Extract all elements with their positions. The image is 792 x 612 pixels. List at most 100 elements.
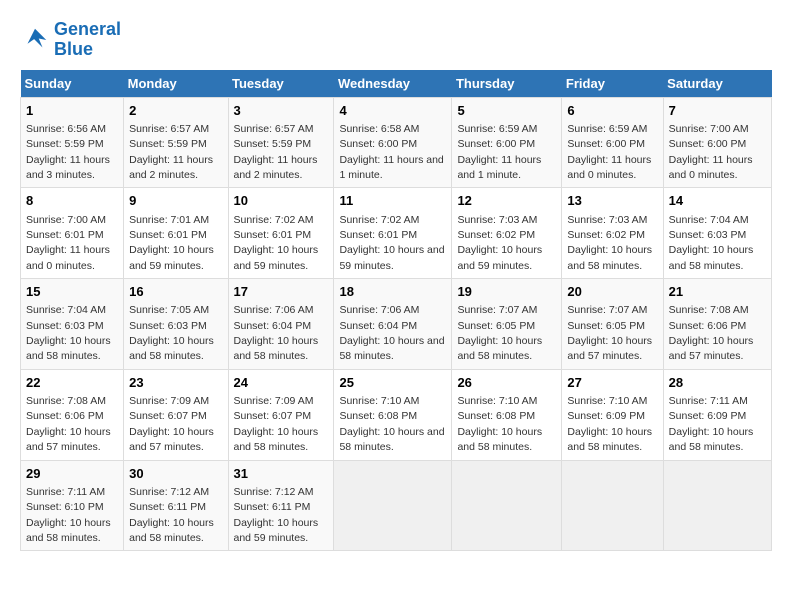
daylight-text: Daylight: 10 hours and 58 minutes. [234, 335, 319, 362]
day-number: 29 [26, 465, 118, 483]
sunrise-text: Sunrise: 7:06 AM [339, 304, 419, 316]
sunrise-text: Sunrise: 7:10 AM [339, 395, 419, 407]
day-number: 23 [129, 374, 222, 392]
calendar-cell: 7 Sunrise: 7:00 AM Sunset: 6:00 PM Dayli… [663, 97, 771, 188]
sunrise-text: Sunrise: 7:08 AM [26, 395, 106, 407]
calendar-cell: 26 Sunrise: 7:10 AM Sunset: 6:08 PM Dayl… [452, 369, 562, 460]
day-number: 15 [26, 283, 118, 301]
day-number: 24 [234, 374, 329, 392]
daylight-text: Daylight: 11 hours and 0 minutes. [567, 154, 651, 181]
day-number: 16 [129, 283, 222, 301]
sunrise-text: Sunrise: 6:57 AM [234, 123, 314, 135]
sunrise-text: Sunrise: 7:11 AM [669, 395, 748, 407]
day-number: 27 [567, 374, 657, 392]
day-number: 3 [234, 102, 329, 120]
daylight-text: Daylight: 11 hours and 1 minute. [339, 154, 443, 181]
calendar-cell: 13 Sunrise: 7:03 AM Sunset: 6:02 PM Dayl… [562, 188, 663, 279]
daylight-text: Daylight: 10 hours and 58 minutes. [669, 244, 754, 271]
calendar-header: SundayMondayTuesdayWednesdayThursdayFrid… [21, 70, 772, 98]
sunrise-text: Sunrise: 7:04 AM [669, 214, 749, 226]
daylight-text: Daylight: 11 hours and 1 minute. [457, 154, 541, 181]
calendar-cell: 22 Sunrise: 7:08 AM Sunset: 6:06 PM Dayl… [21, 369, 124, 460]
daylight-text: Daylight: 10 hours and 58 minutes. [457, 426, 542, 453]
day-number: 20 [567, 283, 657, 301]
calendar-cell: 8 Sunrise: 7:00 AM Sunset: 6:01 PM Dayli… [21, 188, 124, 279]
sunset-text: Sunset: 6:02 PM [457, 229, 535, 241]
sunrise-text: Sunrise: 6:59 AM [567, 123, 647, 135]
calendar-cell: 24 Sunrise: 7:09 AM Sunset: 6:07 PM Dayl… [228, 369, 334, 460]
sunset-text: Sunset: 6:04 PM [234, 320, 312, 332]
sunrise-text: Sunrise: 7:05 AM [129, 304, 209, 316]
sunrise-text: Sunrise: 7:01 AM [129, 214, 209, 226]
sunset-text: Sunset: 6:02 PM [567, 229, 645, 241]
sunset-text: Sunset: 6:01 PM [129, 229, 207, 241]
sunset-text: Sunset: 6:03 PM [26, 320, 104, 332]
sunrise-text: Sunrise: 7:07 AM [567, 304, 647, 316]
calendar-cell: 18 Sunrise: 7:06 AM Sunset: 6:04 PM Dayl… [334, 279, 452, 370]
sunrise-text: Sunrise: 7:00 AM [26, 214, 106, 226]
calendar-cell: 10 Sunrise: 7:02 AM Sunset: 6:01 PM Dayl… [228, 188, 334, 279]
sunset-text: Sunset: 5:59 PM [234, 138, 312, 150]
calendar-cell: 4 Sunrise: 6:58 AM Sunset: 6:00 PM Dayli… [334, 97, 452, 188]
day-number: 25 [339, 374, 446, 392]
sunrise-text: Sunrise: 7:03 AM [567, 214, 647, 226]
day-number: 21 [669, 283, 766, 301]
sunset-text: Sunset: 6:11 PM [234, 501, 311, 513]
day-number: 28 [669, 374, 766, 392]
sunset-text: Sunset: 6:03 PM [129, 320, 207, 332]
sunrise-text: Sunrise: 7:08 AM [669, 304, 749, 316]
sunset-text: Sunset: 6:07 PM [129, 410, 207, 422]
daylight-text: Daylight: 11 hours and 2 minutes. [129, 154, 213, 181]
sunset-text: Sunset: 6:06 PM [669, 320, 747, 332]
daylight-text: Daylight: 10 hours and 58 minutes. [457, 335, 542, 362]
sunrise-text: Sunrise: 7:02 AM [234, 214, 314, 226]
sunrise-text: Sunrise: 7:02 AM [339, 214, 419, 226]
sunset-text: Sunset: 6:08 PM [457, 410, 535, 422]
sunset-text: Sunset: 5:59 PM [129, 138, 207, 150]
calendar-cell: 16 Sunrise: 7:05 AM Sunset: 6:03 PM Dayl… [124, 279, 228, 370]
logo-bird-icon [20, 25, 50, 55]
sunset-text: Sunset: 5:59 PM [26, 138, 104, 150]
sunrise-text: Sunrise: 7:10 AM [457, 395, 537, 407]
day-number: 30 [129, 465, 222, 483]
day-number: 26 [457, 374, 556, 392]
day-number: 19 [457, 283, 556, 301]
sunrise-text: Sunrise: 7:07 AM [457, 304, 537, 316]
header-cell-thursday: Thursday [452, 70, 562, 98]
day-number: 9 [129, 192, 222, 210]
calendar-week-5: 29 Sunrise: 7:11 AM Sunset: 6:10 PM Dayl… [21, 460, 772, 551]
logo-text: General Blue [54, 20, 121, 60]
daylight-text: Daylight: 10 hours and 59 minutes. [457, 244, 542, 271]
sunset-text: Sunset: 6:01 PM [26, 229, 104, 241]
sunrise-text: Sunrise: 6:59 AM [457, 123, 537, 135]
calendar-cell: 1 Sunrise: 6:56 AM Sunset: 5:59 PM Dayli… [21, 97, 124, 188]
sunrise-text: Sunrise: 7:12 AM [234, 486, 314, 498]
header-cell-tuesday: Tuesday [228, 70, 334, 98]
daylight-text: Daylight: 10 hours and 58 minutes. [26, 335, 111, 362]
calendar-cell: 20 Sunrise: 7:07 AM Sunset: 6:05 PM Dayl… [562, 279, 663, 370]
daylight-text: Daylight: 10 hours and 58 minutes. [129, 335, 214, 362]
daylight-text: Daylight: 10 hours and 57 minutes. [567, 335, 652, 362]
calendar-week-1: 1 Sunrise: 6:56 AM Sunset: 5:59 PM Dayli… [21, 97, 772, 188]
day-number: 4 [339, 102, 446, 120]
sunset-text: Sunset: 6:04 PM [339, 320, 417, 332]
calendar-cell: 5 Sunrise: 6:59 AM Sunset: 6:00 PM Dayli… [452, 97, 562, 188]
day-number: 6 [567, 102, 657, 120]
calendar-cell: 15 Sunrise: 7:04 AM Sunset: 6:03 PM Dayl… [21, 279, 124, 370]
daylight-text: Daylight: 11 hours and 0 minutes. [26, 244, 110, 271]
calendar-cell: 12 Sunrise: 7:03 AM Sunset: 6:02 PM Dayl… [452, 188, 562, 279]
sunrise-text: Sunrise: 7:04 AM [26, 304, 106, 316]
calendar-week-2: 8 Sunrise: 7:00 AM Sunset: 6:01 PM Dayli… [21, 188, 772, 279]
logo: General Blue [20, 20, 121, 60]
daylight-text: Daylight: 10 hours and 58 minutes. [567, 426, 652, 453]
sunrise-text: Sunrise: 7:09 AM [129, 395, 209, 407]
sunset-text: Sunset: 6:09 PM [567, 410, 645, 422]
calendar-cell: 30 Sunrise: 7:12 AM Sunset: 6:11 PM Dayl… [124, 460, 228, 551]
day-number: 5 [457, 102, 556, 120]
sunset-text: Sunset: 6:06 PM [26, 410, 104, 422]
sunset-text: Sunset: 6:05 PM [567, 320, 645, 332]
calendar-cell: 25 Sunrise: 7:10 AM Sunset: 6:08 PM Dayl… [334, 369, 452, 460]
calendar-table: SundayMondayTuesdayWednesdayThursdayFrid… [20, 70, 772, 552]
day-number: 10 [234, 192, 329, 210]
calendar-cell: 19 Sunrise: 7:07 AM Sunset: 6:05 PM Dayl… [452, 279, 562, 370]
